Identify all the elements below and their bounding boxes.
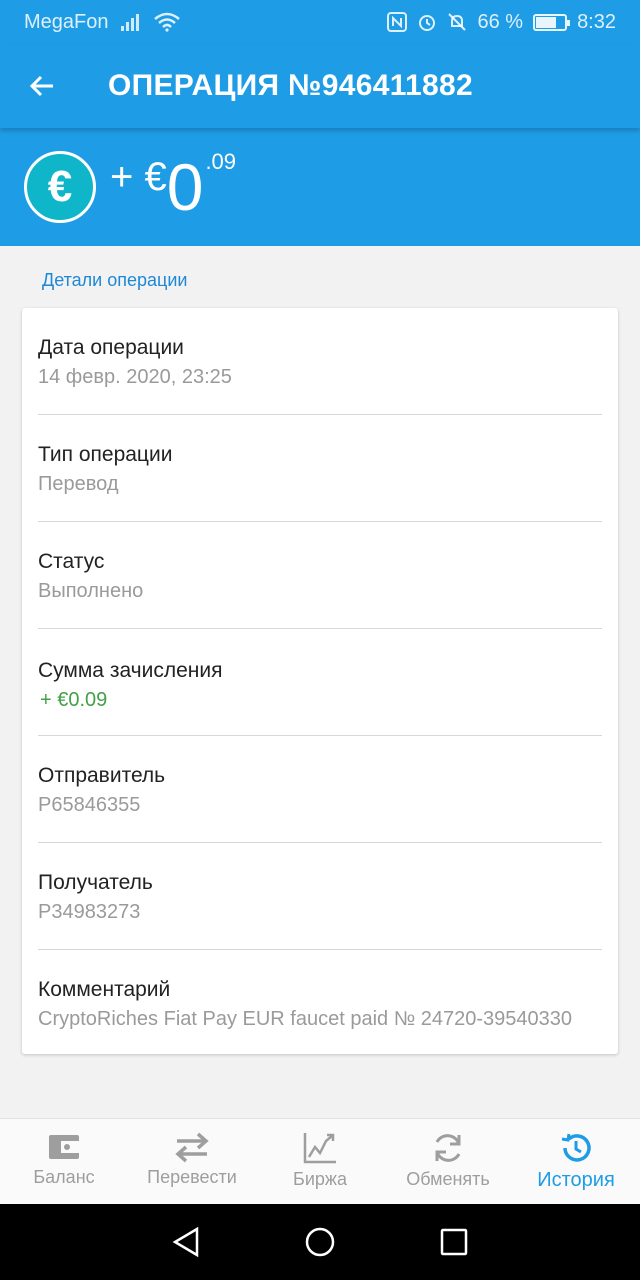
detail-row-comment: Комментарий CryptoRiches Fiat Pay EUR fa… [38,950,602,1057]
details-card: Дата операции 14 февр. 2020, 23:25 Тип о… [22,308,618,1054]
detail-label: Сумма зачисления [38,659,223,682]
alarm-icon [419,15,436,31]
chart-icon [303,1133,336,1164]
battery-percent: 66 % [477,10,524,33]
detail-value: + €0.09 [40,689,108,711]
detail-row-sender: Отправитель P65846355 [38,736,602,843]
recents-square-icon[interactable] [439,1227,469,1257]
detail-value: Выполнено [38,580,144,602]
detail-label: Комментарий [38,978,171,1001]
amount-whole: 0 [166,150,204,224]
nav-item-transfer[interactable]: Перевести [128,1119,256,1204]
nav-label: Обменять [406,1169,490,1189]
nav-label: Перевести [147,1167,237,1187]
detail-value: P34983273 [38,901,141,923]
section-title: Детали операции [42,270,188,290]
nav-label: Баланс [33,1167,95,1187]
nav-item-history[interactable]: История [512,1119,640,1204]
nfc-icon [387,12,408,32]
home-circle-icon[interactable] [304,1226,336,1258]
detail-row-recipient: Получатель P34983273 [38,843,602,950]
detail-row-date: Дата операции 14 февр. 2020, 23:25 [38,308,602,415]
amount-header: € + € 0 .09 [0,128,640,246]
detail-label: Статус [38,550,105,573]
exchange-icon [435,1134,461,1162]
history-icon [561,1133,591,1162]
page-title: ОПЕРАЦИЯ №946411882 [108,69,473,102]
nav-item-balance[interactable]: Баланс [0,1119,128,1204]
detail-value: CryptoRiches Fiat Pay EUR faucet paid № … [38,1008,572,1030]
bottom-nav: Баланс Перевести Биржа Обменять История [0,1118,640,1204]
mute-icon [448,13,467,31]
back-button[interactable] [0,44,84,128]
detail-label: Дата операции [38,336,184,359]
clock: 8:32 [577,10,616,33]
detail-value: Перевод [38,473,119,495]
status-right: 66 % 8:32 [387,11,616,34]
nav-label: История [537,1169,615,1191]
euro-icon: € [24,151,96,223]
system-nav-bar [0,1204,640,1280]
signal-icon [120,14,139,31]
amount-fraction: .09 [205,149,237,174]
detail-row-status: Статус Выполнено [38,522,602,629]
amount-sign: + € [110,155,167,199]
arrow-left-icon [29,75,53,97]
amount-display: + € 0 .09 [110,147,236,227]
carrier-name: MegaFon [24,10,109,33]
battery-icon [533,13,571,31]
detail-label: Получатель [38,871,153,894]
status-bar: MegaFon 66 % 8:32 [0,0,640,44]
detail-value: P65846355 [38,794,141,816]
app-bar: ОПЕРАЦИЯ №946411882 [0,44,640,128]
nav-item-swap[interactable]: Обменять [384,1119,512,1204]
detail-label: Тип операции [38,443,173,466]
detail-label: Отправитель [38,764,166,787]
wallet-icon [49,1135,79,1159]
status-left: MegaFon [24,11,181,34]
detail-value: 14 февр. 2020, 23:25 [38,366,232,388]
detail-row-type: Тип операции Перевод [38,415,602,522]
nav-label: Биржа [293,1169,347,1189]
wifi-icon [153,12,180,32]
nav-item-exchange-market[interactable]: Биржа [256,1119,384,1204]
detail-row-amount: Сумма зачисления + €0.09 [38,629,602,736]
battery-fill [536,16,556,28]
transfer-arrows-icon [175,1132,209,1163]
back-triangle-icon[interactable] [171,1226,201,1258]
